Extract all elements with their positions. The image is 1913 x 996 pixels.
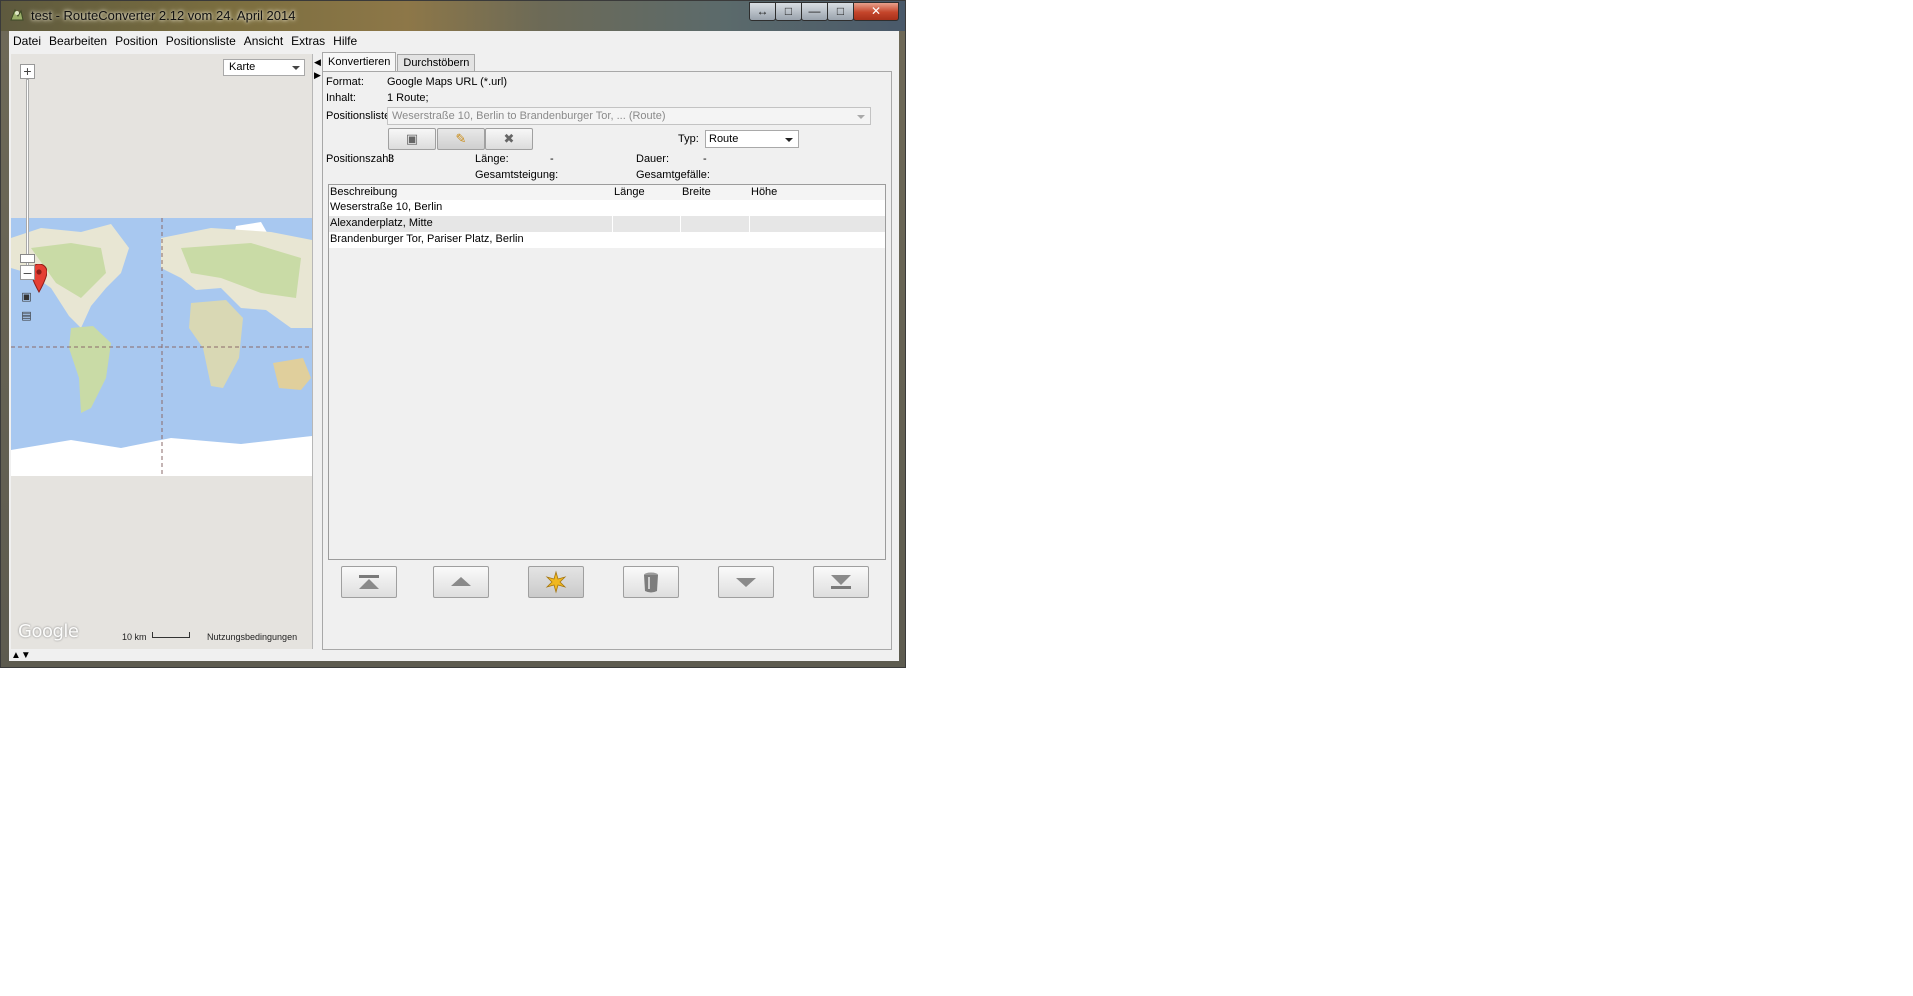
count-value: 3 — [388, 153, 395, 165]
move-to-bottom-button[interactable] — [813, 566, 869, 598]
restore-layout-icon[interactable]: ↔ — [749, 2, 776, 21]
tab-konvertieren[interactable]: Konvertieren — [322, 52, 397, 72]
pin-icon[interactable]: □ — [775, 2, 802, 21]
splitter-arrows[interactable]: ◀ ▶ — [314, 56, 322, 82]
zoom-slider-handle[interactable] — [20, 254, 35, 263]
zoom-slider[interactable] — [26, 79, 29, 279]
world-map-graphic — [11, 218, 312, 476]
move-down-button[interactable] — [718, 566, 774, 598]
column-header-latitude[interactable]: Breite — [682, 185, 711, 200]
chevron-down-icon — [785, 138, 793, 142]
menu-extras[interactable]: Extras — [287, 31, 329, 51]
tab-durchstoebern[interactable]: Durchstöbern — [397, 54, 476, 72]
cell-divider — [680, 216, 681, 232]
collapse-map-icon[interactable]: ▲▼ — [11, 651, 31, 661]
column-header-description[interactable]: Beschreibung — [330, 185, 397, 200]
table-row[interactable]: Alexanderplatz, Mitte — [329, 216, 885, 232]
cell-description: Weserstraße 10, Berlin — [330, 201, 443, 213]
table-row[interactable]: Brandenburger Tor, Pariser Platz, Berlin — [329, 232, 885, 248]
column-header-elevation[interactable]: Höhe — [751, 185, 777, 200]
move-to-top-button[interactable] — [341, 566, 397, 598]
cell-divider — [612, 216, 613, 232]
minimize-icon[interactable]: — — [801, 2, 828, 21]
content-label: Inhalt: — [326, 92, 356, 104]
close-window-icon[interactable]: ✕ — [853, 2, 899, 21]
table-header: Beschreibung Länge Breite Höhe — [329, 185, 885, 201]
count-label: Positionszahl: — [326, 153, 394, 165]
map-scale-label: 10 km — [122, 632, 147, 642]
delete-button[interactable]: ✖ — [485, 128, 533, 150]
chevron-down-icon — [292, 66, 300, 70]
move-to-bottom-icon — [831, 575, 851, 589]
tab-bar: Konvertieren Durchstöbern — [322, 52, 476, 72]
chevron-down-icon — [857, 115, 865, 119]
move-to-top-icon — [359, 575, 379, 589]
world-map[interactable] — [11, 218, 312, 476]
menu-bearbeiten[interactable]: Bearbeiten — [45, 31, 111, 51]
cell-divider — [749, 216, 750, 232]
table-row[interactable]: Weserstraße 10, Berlin — [329, 200, 885, 216]
map-terms-link[interactable]: Nutzungsbedingungen — [207, 632, 297, 642]
window-title: test - RouteConverter 2.12 vom 24. April… — [31, 8, 296, 23]
type-label: Typ: — [678, 133, 699, 145]
map-scale-bar — [152, 632, 190, 638]
duration-value: - — [703, 153, 707, 165]
ascent-value: - — [550, 169, 554, 181]
duration-label: Dauer: — [636, 153, 670, 165]
move-down-icon — [736, 578, 756, 587]
menu-positionsliste[interactable]: Positionsliste — [162, 31, 240, 51]
trash-can-icon — [644, 572, 658, 593]
zoom-out-icon[interactable]: – — [20, 265, 35, 280]
comment-icon: ▣ — [405, 131, 419, 146]
comment-button[interactable]: ▣ — [388, 128, 436, 150]
pencil-icon: ✎ — [455, 131, 467, 146]
menu-ansicht[interactable]: Ansicht — [240, 31, 287, 51]
new-position-icon — [545, 570, 567, 594]
menu-datei[interactable]: Datei — [9, 31, 45, 51]
move-up-button[interactable] — [433, 566, 489, 598]
app-icon — [10, 8, 24, 21]
delete-position-button[interactable] — [623, 566, 679, 598]
menu-position[interactable]: Position — [111, 31, 162, 51]
map-view[interactable]: Karte + – ▣ ▤ Google 10 km Nutzungsbedin… — [11, 54, 313, 649]
type-value: Route — [709, 133, 739, 145]
convert-panel: Format: Google Maps URL (*.url) Inhalt: … — [322, 71, 892, 650]
zoom-to-selection-icon[interactable]: ▣ — [19, 290, 34, 305]
menu-bar: Datei Bearbeiten Position Positionsliste… — [9, 31, 899, 51]
move-up-icon — [451, 577, 471, 586]
collapse-right-icon[interactable]: ▶ — [314, 69, 322, 82]
cell-description: Alexanderplatz, Mitte — [330, 217, 433, 229]
position-list-value: Weserstraße 10, Berlin to Brandenburger … — [392, 110, 666, 122]
zoom-to-all-icon[interactable]: ▤ — [19, 309, 34, 324]
format-label: Format: — [326, 76, 364, 88]
google-logo: Google — [18, 621, 79, 642]
poslist-label: Positionsliste: — [326, 110, 394, 122]
descent-value: - — [703, 169, 707, 181]
edit-button[interactable]: ✎ — [437, 128, 485, 150]
position-move-toolbar — [341, 566, 881, 598]
descent-label: Gesamtgefälle: — [636, 169, 710, 181]
client-area: Datei Bearbeiten Position Positionsliste… — [9, 31, 899, 661]
new-position-button[interactable] — [528, 566, 584, 598]
content-value: 1 Route; — [387, 92, 429, 104]
maximize-icon[interactable]: □ — [827, 2, 854, 21]
menu-hilfe[interactable]: Hilfe — [329, 31, 361, 51]
cell-description: Brandenburger Tor, Pariser Platz, Berlin — [330, 233, 524, 245]
zoom-in-icon[interactable]: + — [20, 64, 35, 79]
collapse-left-icon[interactable]: ◀ — [314, 56, 322, 69]
ascent-label: Gesamtsteigung: — [475, 169, 559, 181]
caption-buttons: ↔ □ — □ ✕ — [749, 2, 899, 21]
column-header-longitude[interactable]: Länge — [614, 185, 645, 200]
map-type-value: Karte — [229, 61, 256, 73]
format-value: Google Maps URL (*.url) — [387, 76, 508, 88]
length-label: Länge: — [475, 153, 509, 165]
position-list-combo[interactable]: Weserstraße 10, Berlin to Brandenburger … — [387, 107, 871, 125]
title-bar[interactable]: test - RouteConverter 2.12 vom 24. April… — [1, 1, 905, 31]
type-select[interactable]: Route — [705, 130, 799, 148]
map-type-select[interactable]: Karte — [223, 59, 305, 76]
close-icon: ✖ — [503, 131, 515, 146]
length-value: - — [550, 153, 554, 165]
positions-table[interactable]: Beschreibung Länge Breite Höhe Weserstra… — [328, 184, 886, 560]
application-window: test - RouteConverter 2.12 vom 24. April… — [0, 0, 906, 668]
